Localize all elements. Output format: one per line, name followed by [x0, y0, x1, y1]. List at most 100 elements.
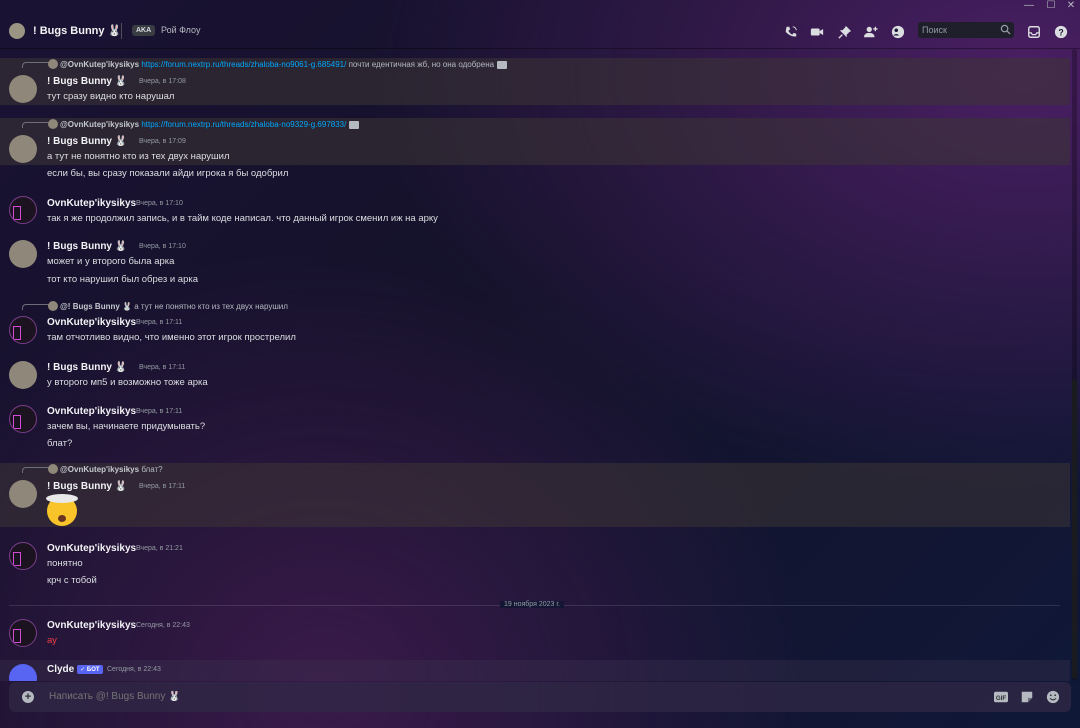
- reply-spine: [22, 304, 49, 310]
- message-text: если бы, вы сразу показали айди игрока я…: [47, 168, 289, 179]
- window-maximize-button[interactable]: ☐: [1040, 0, 1062, 12]
- avatar: [48, 464, 58, 474]
- bot-badge: ✓ БОТ: [77, 665, 103, 674]
- window-minimize-button[interactable]: —: [1018, 0, 1040, 12]
- message-item[interactable]: OvnKutep'ikysikys Вчера, в 17:10 так я ж…: [0, 194, 1070, 228]
- message-author[interactable]: ! Bugs Bunny 🐰: [47, 76, 127, 87]
- reply-text: а тут не понятно кто из тех двух нарушил: [134, 302, 288, 311]
- message-timestamp: Вчера, в 17:10: [139, 243, 186, 250]
- svg-text:GIF: GIF: [996, 695, 1006, 702]
- reply-preview[interactable]: @OvnKutep'ikysikys https://forum.nextrp.…: [60, 120, 360, 129]
- reply-preview[interactable]: @! Bugs Bunny 🐰 а тут не понятно кто из …: [60, 302, 288, 311]
- header-divider: [121, 23, 122, 39]
- message-item[interactable]: Clyde ✓ БОТ Сегодня, в 22:43: [0, 660, 1070, 681]
- help-icon[interactable]: ?: [1054, 25, 1068, 39]
- avatar: [48, 301, 58, 311]
- avatar[interactable]: [9, 405, 37, 433]
- scroll-thumb[interactable]: [1072, 379, 1077, 679]
- avatar[interactable]: [9, 619, 37, 647]
- avatar[interactable]: [9, 23, 25, 39]
- inbox-icon[interactable]: [1027, 25, 1041, 39]
- alias-label: Рой Флоу: [161, 25, 201, 35]
- message-timestamp: Сегодня, в 22:43: [107, 666, 161, 673]
- reply-author[interactable]: @OvnKutep'ikysikys: [60, 120, 139, 129]
- add-attachment-button[interactable]: +: [22, 691, 34, 703]
- message-list[interactable]: @OvnKutep'ikysikys https://forum.nextrp.…: [0, 49, 1070, 681]
- reply-link[interactable]: https://forum.nextrp.ru/threads/zhaloba-…: [141, 120, 346, 129]
- message-text: зачем вы, начинаете придумывать?: [47, 421, 206, 432]
- message-text: так я же продолжил запись, и в тайм коде…: [47, 213, 438, 224]
- message-author[interactable]: ! Bugs Bunny 🐰: [47, 241, 127, 252]
- message-text: ау: [47, 635, 57, 646]
- avatar[interactable]: [9, 664, 37, 681]
- avatar[interactable]: [9, 480, 37, 508]
- reply-link[interactable]: https://forum.nextrp.ru/threads/zhaloba-…: [141, 60, 346, 69]
- avatar[interactable]: [9, 542, 37, 570]
- avatar[interactable]: [9, 135, 37, 163]
- exploding-head-emoji[interactable]: [46, 494, 78, 526]
- message-text: тот кто нарушил был обрез и арка: [47, 274, 198, 285]
- reply-text: почти едентичная жб, но она одобрена: [348, 60, 495, 69]
- message-author[interactable]: OvnKutep'ikysikys: [47, 406, 136, 417]
- reply-preview[interactable]: @OvnKutep'ikysikys https://forum.nextrp.…: [60, 60, 508, 69]
- message-author[interactable]: ! Bugs Bunny 🐰: [47, 481, 127, 492]
- message-item[interactable]: @OvnKutep'ikysikys блат? ! Bugs Bunny 🐰 …: [0, 463, 1070, 527]
- message-author[interactable]: OvnKutep'ikysikys: [47, 317, 136, 328]
- message-author[interactable]: OvnKutep'ikysikys: [47, 620, 136, 631]
- search-input[interactable]: Поиск: [918, 22, 1014, 38]
- window-titlebar: — ☐ ✕: [0, 0, 1080, 12]
- reply-text: блат?: [141, 465, 163, 474]
- reply-author[interactable]: @! Bugs Bunny 🐰: [60, 302, 132, 311]
- message-composer[interactable]: + GIF: [9, 682, 1071, 712]
- avatar[interactable]: [9, 75, 37, 103]
- channel-header: ! Bugs Bunny 🐰 AKA Рой Флоу Поиск ?: [0, 12, 1080, 49]
- video-call-icon[interactable]: [810, 25, 824, 39]
- avatar: [48, 119, 58, 129]
- message-input[interactable]: [47, 690, 651, 703]
- dm-user-name[interactable]: ! Bugs Bunny 🐰: [33, 24, 121, 37]
- reply-author[interactable]: @OvnKutep'ikysikys: [60, 60, 139, 69]
- message-timestamp: Вчера, в 17:11: [136, 319, 183, 326]
- message-item[interactable]: @OvnKutep'ikysikys https://forum.nextrp.…: [0, 118, 1070, 165]
- message-item[interactable]: OvnKutep'ikysikys Сегодня, в 22:43 ау: [0, 617, 1070, 651]
- message-timestamp: Сегодня, в 22:43: [136, 622, 190, 629]
- avatar[interactable]: [9, 196, 37, 224]
- window-close-button[interactable]: ✕: [1060, 0, 1080, 12]
- reply-preview[interactable]: @OvnKutep'ikysikys блат?: [60, 465, 163, 474]
- message-author[interactable]: Clyde ✓ БОТ: [47, 664, 103, 675]
- message-item[interactable]: @! Bugs Bunny 🐰 а тут не понятно кто из …: [0, 300, 1070, 348]
- profile-icon[interactable]: [891, 25, 905, 39]
- svg-text:?: ?: [1058, 28, 1063, 38]
- date-divider-label: 19 ноября 2023 г.: [500, 601, 564, 608]
- phone-call-icon[interactable]: [784, 25, 798, 39]
- sticker-icon[interactable]: [1020, 690, 1034, 704]
- message-text: а тут не понятно кто из тех двух нарушил: [47, 151, 230, 162]
- reply-spine: [22, 62, 49, 68]
- message-author[interactable]: OvnKutep'ikysikys: [47, 543, 136, 554]
- avatar[interactable]: [9, 316, 37, 344]
- message-text: там отчотливо видно, что именно этот игр…: [47, 332, 296, 343]
- avatar[interactable]: [9, 240, 37, 268]
- avatar[interactable]: [9, 361, 37, 389]
- reply-author[interactable]: @OvnKutep'ikysikys: [60, 465, 139, 474]
- scrollbar[interactable]: [1071, 49, 1078, 681]
- message-item[interactable]: OvnKutep'ikysikys Вчера, в 17:11 зачем в…: [0, 403, 1070, 455]
- pin-icon[interactable]: [838, 25, 852, 39]
- message-author[interactable]: ! Bugs Bunny 🐰: [47, 362, 127, 373]
- message-timestamp: Вчера, в 17:09: [139, 138, 186, 145]
- message-item[interactable]: OvnKutep'ikysikys Вчера, в 21:21 понятно…: [0, 540, 1070, 592]
- message-item[interactable]: @OvnKutep'ikysikys https://forum.nextrp.…: [0, 58, 1070, 105]
- reply-spine: [22, 467, 49, 473]
- message-timestamp: Вчера, в 17:10: [136, 200, 183, 207]
- gif-icon[interactable]: GIF: [994, 690, 1008, 704]
- add-friend-icon[interactable]: [864, 25, 878, 39]
- message-item[interactable]: ! Bugs Bunny 🐰 Вчера, в 17:10 может и у …: [0, 238, 1070, 290]
- image-icon: [349, 120, 360, 129]
- emoji-picker-icon[interactable]: [1046, 690, 1060, 704]
- message-author[interactable]: ! Bugs Bunny 🐰: [47, 136, 127, 147]
- message-item[interactable]: ! Bugs Bunny 🐰 Вчера, в 17:11 у второго …: [0, 359, 1070, 393]
- avatar: [48, 59, 58, 69]
- message-author[interactable]: OvnKutep'ikysikys: [47, 198, 136, 209]
- image-icon: [497, 60, 508, 69]
- message-text: может и у второго была арка: [47, 256, 175, 267]
